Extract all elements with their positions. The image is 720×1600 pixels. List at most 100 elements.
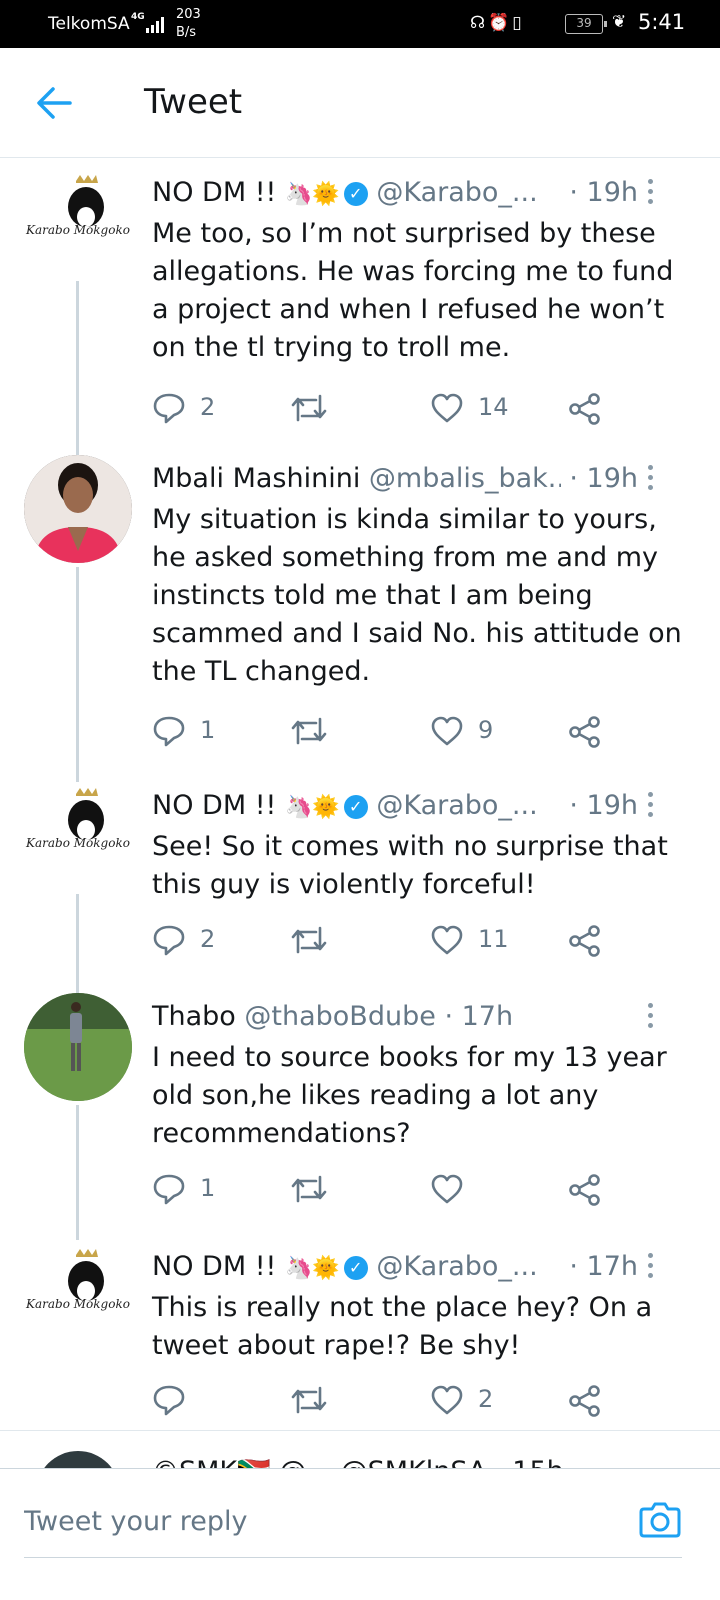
retweet-button[interactable] bbox=[290, 388, 350, 428]
page-title: Tweet bbox=[144, 82, 243, 122]
display-name[interactable]: Thabo bbox=[152, 1001, 236, 1032]
like-button[interactable] bbox=[430, 1169, 530, 1209]
like-count: 11 bbox=[478, 925, 509, 953]
user-handle[interactable]: @mbalis_bak... bbox=[369, 463, 574, 494]
retweet-button[interactable] bbox=[290, 1169, 350, 1209]
camera-icon bbox=[639, 1502, 681, 1538]
user-handle[interactable]: @thaboBdube bbox=[244, 1001, 435, 1032]
tweet-header: NO DM !! 🦄🌞 ✓ @Karabo_... · 19h bbox=[152, 177, 702, 217]
tweet[interactable]: Mbali Mashinini @mbalis_bak... · 19h My … bbox=[0, 455, 720, 782]
share-button[interactable] bbox=[568, 711, 608, 751]
reply-input[interactable] bbox=[24, 1497, 604, 1545]
tweet-actions: 1 bbox=[152, 1169, 612, 1209]
status-bar: TelkomSA 4G 203 B/s ☊⏰▯ 39 ❦ 5:41 bbox=[0, 0, 720, 48]
more-options-button[interactable] bbox=[646, 790, 656, 820]
retweet-icon bbox=[291, 1175, 327, 1203]
user-handle[interactable]: @Karabo_... bbox=[376, 177, 537, 208]
more-options-button[interactable] bbox=[646, 1251, 656, 1281]
profile-photo bbox=[24, 993, 132, 1101]
status-icons-group: ☊⏰▯ 39 ❦ 5:41 bbox=[420, 0, 720, 48]
speed-value: 203 bbox=[176, 7, 201, 22]
carrier-name: TelkomSA bbox=[48, 14, 130, 34]
app-header: Tweet bbox=[0, 48, 720, 158]
share-button[interactable] bbox=[568, 388, 608, 428]
name-emojis: 🦄🌞 bbox=[284, 1256, 340, 1281]
like-count: 9 bbox=[478, 716, 494, 744]
tweet-header: Mbali Mashinini @mbalis_bak... · 19h bbox=[152, 463, 702, 503]
tweet[interactable]: Karabo Mokgoko NO DM !! 🦄🌞 ✓ @Karabo_... … bbox=[0, 169, 720, 466]
display-name[interactable]: NO DM !! bbox=[152, 1251, 276, 1282]
like-button[interactable]: 9 bbox=[430, 711, 530, 751]
tweet-actions: 2 14 bbox=[152, 388, 612, 428]
retweet-icon bbox=[291, 394, 327, 422]
verified-badge-icon: ✓ bbox=[343, 795, 368, 819]
camera-button[interactable] bbox=[638, 1497, 682, 1541]
retweet-icon bbox=[291, 926, 327, 954]
retweet-button[interactable] bbox=[290, 920, 350, 960]
share-icon bbox=[569, 393, 600, 425]
system-icons: ☊⏰▯ bbox=[470, 13, 525, 33]
more-options-button[interactable] bbox=[646, 177, 656, 207]
reply-icon bbox=[153, 1174, 185, 1205]
tweet-text: This is really not the place hey? On a t… bbox=[152, 1292, 653, 1361]
tweet-time: · 17h bbox=[444, 1001, 514, 1032]
share-icon bbox=[569, 716, 600, 748]
verified-badge-icon: ✓ bbox=[343, 182, 368, 206]
heart-icon bbox=[431, 1174, 463, 1204]
like-button[interactable]: 14 bbox=[430, 388, 530, 428]
avatar[interactable] bbox=[24, 455, 132, 563]
like-button[interactable]: 11 bbox=[430, 920, 530, 960]
tweet-header: NO DM !! 🦄🌞 ✓ @Karabo_... · 17h bbox=[152, 1251, 702, 1291]
reply-button[interactable] bbox=[152, 1380, 232, 1420]
tweet[interactable]: Karabo Mokgoko NO DM !! 🦄🌞 ✓ @Karabo_... … bbox=[0, 1243, 720, 1423]
share-icon bbox=[569, 1385, 600, 1417]
tweet-text: See! So it comes with no surprise that t… bbox=[152, 831, 668, 900]
reply-bar bbox=[0, 1468, 720, 1600]
reply-button[interactable]: 2 bbox=[152, 388, 232, 428]
more-options-button[interactable] bbox=[646, 1001, 656, 1031]
share-button[interactable] bbox=[568, 1169, 608, 1209]
avatar[interactable] bbox=[36, 1451, 120, 1468]
reply-button[interactable]: 2 bbox=[152, 920, 232, 960]
display-name[interactable]: Mbali Mashinini bbox=[152, 463, 360, 494]
share-icon bbox=[569, 1174, 600, 1206]
tweet[interactable]: Karabo Mokgoko NO DM !! 🦄🌞 ✓ @Karabo_... … bbox=[0, 782, 720, 994]
avatar[interactable]: Karabo Mokgoko bbox=[24, 1243, 132, 1351]
tweet-header: NO DM !! 🦄🌞 ✓ @Karabo_... · 19h bbox=[152, 790, 702, 830]
reply-count: 1 bbox=[200, 1174, 216, 1202]
like-button[interactable]: 2 bbox=[430, 1380, 530, 1420]
user-handle[interactable]: @Karabo_... bbox=[376, 790, 537, 821]
network-speed: 203 B/s bbox=[176, 6, 201, 42]
share-button[interactable] bbox=[568, 1380, 608, 1420]
name-emojis: 🦄🌞 bbox=[284, 182, 340, 207]
display-name[interactable]: NO DM !! bbox=[152, 790, 276, 821]
avatar[interactable]: Karabo Mokgoko bbox=[24, 782, 132, 890]
reply-button[interactable]: 1 bbox=[152, 711, 232, 751]
back-button[interactable] bbox=[36, 86, 72, 120]
speed-unit: B/s bbox=[176, 25, 197, 40]
partial-tweet[interactable]: ©SMK🇿🇦 @... @SMKlnSA · 15h bbox=[0, 1430, 720, 1468]
share-button[interactable] bbox=[568, 920, 608, 960]
display-name[interactable]: NO DM !! bbox=[152, 177, 276, 208]
retweet-button[interactable] bbox=[290, 711, 350, 751]
reply-icon bbox=[153, 1385, 185, 1416]
verified-badge-icon: ✓ bbox=[343, 1256, 368, 1280]
heart-icon bbox=[431, 925, 463, 955]
tweet-actions: 2 11 bbox=[152, 920, 612, 960]
tweet-text: I need to source books for my 13 year ol… bbox=[152, 1042, 667, 1149]
reply-icon bbox=[153, 393, 185, 424]
partial-tweet-header: ©SMK🇿🇦 @... @SMKlnSA · 15h bbox=[152, 1455, 564, 1468]
avatar[interactable]: Karabo Mokgoko bbox=[24, 169, 132, 277]
clock: 5:41 bbox=[638, 10, 686, 34]
heart-icon bbox=[431, 393, 463, 423]
name-emojis: 🦄🌞 bbox=[284, 795, 340, 820]
tweet[interactable]: Thabo @thaboBdube · 17h I need to source… bbox=[0, 993, 720, 1240]
more-options-button[interactable] bbox=[646, 463, 656, 493]
avatar[interactable] bbox=[24, 993, 132, 1101]
alarm-icon: ⏰ bbox=[488, 13, 513, 33]
user-handle[interactable]: @Karabo_... bbox=[376, 1251, 537, 1282]
reply-button[interactable]: 1 bbox=[152, 1169, 232, 1209]
retweet-button[interactable] bbox=[290, 1380, 350, 1420]
tweet-time: · 19h bbox=[561, 790, 638, 821]
reply-input-underline bbox=[24, 1557, 682, 1558]
